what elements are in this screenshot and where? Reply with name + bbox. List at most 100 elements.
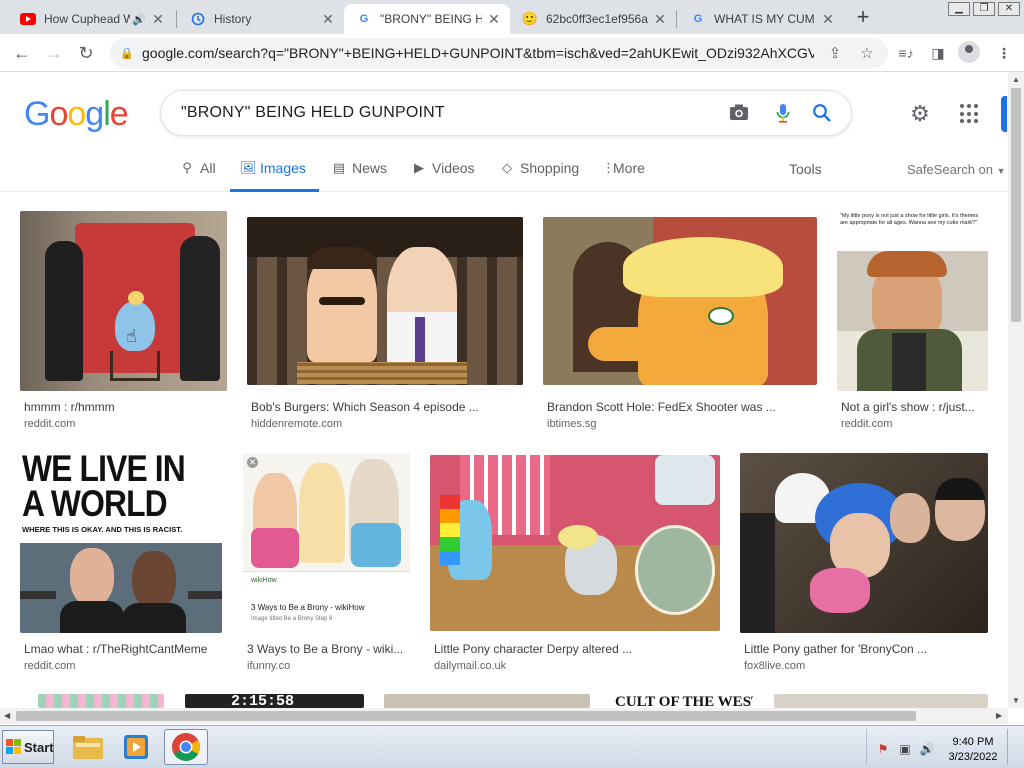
close-tab-icon[interactable]: ✕ [320,11,336,27]
network-icon[interactable]: ▣ [897,742,913,756]
apps-grid-icon[interactable] [960,104,980,124]
result-title[interactable]: Lmao what : r/TheRightCantMeme [24,642,207,656]
result-source[interactable]: ibtimes.sg [547,418,597,430]
restore-button[interactable]: ❐ [973,2,995,16]
result-image[interactable]: ✕ wikiHow 3 Ways to Be a Brony - wikiHow… [243,453,410,633]
result-title[interactable]: 3 Ways to Be a Brony - wiki... [247,642,403,656]
browser-tab[interactable]: How Cuphead W 🔊 ✕ [8,4,174,34]
result-image[interactable]: 2:15:58 [185,694,364,708]
logo-letter: G [24,95,50,133]
browser-tab[interactable]: G WHAT IS MY CUM IF ✕ [678,4,844,34]
gun-shape [188,591,222,599]
search-icon[interactable] [811,103,833,125]
search-tabs: ⚲ All 🖼 Images ▤ News ▶ Videos ◇ Shopping ⋮ Mo… [0,150,1007,192]
scroll-right-arrow-icon[interactable]: ▶ [996,711,1002,720]
profile-avatar[interactable] [958,41,980,63]
result-image[interactable] [384,694,590,708]
result-image[interactable] [740,453,988,633]
result-image[interactable]: ☝ [20,211,227,391]
volume-icon[interactable]: 🔊 [919,742,935,756]
inset-circle [635,525,715,615]
media-player-icon[interactable] [114,729,158,765]
tie [415,317,425,367]
minimize-button[interactable]: ▁ [948,2,970,16]
forward-button[interactable]: → [42,41,66,65]
browser-tab[interactable]: 🙂 62bc0ff3ec1ef956ad ✕ [510,4,676,34]
tab-videos[interactable]: ▶ Videos [412,160,475,192]
safesearch-label: SafeSearch on [907,162,994,177]
pony-shirt [251,528,299,568]
result-title[interactable]: Bob's Burgers: Which Season 4 episode ..… [251,400,479,414]
scroll-left-arrow-icon[interactable]: ◀ [4,711,10,720]
result-image[interactable] [430,455,720,631]
tab-all[interactable]: ⚲ All [180,160,215,192]
safesearch-toggle[interactable]: SafeSearch on ▼ [907,162,1006,177]
bookmark-star-icon[interactable]: ☆ [856,44,878,62]
close-tab-icon[interactable]: ✕ [150,11,166,27]
result-title[interactable]: hmmm : r/hmmm [24,400,115,414]
result-source[interactable]: dailymail.co.uk [434,660,506,672]
horizontal-scroll-thumb[interactable] [16,711,916,721]
reload-button[interactable]: ↻ [74,41,98,65]
shirt [122,603,186,633]
tab-images[interactable]: 🖼 Images [230,160,319,192]
chrome-taskbar-icon[interactable] [164,729,208,765]
result-image[interactable]: WE LIVE IN A WORLD WHERE THIS IS OKAY. A… [20,453,222,633]
result-image[interactable] [247,217,523,385]
url-text[interactable]: google.com/search?q="BRONY"+BEING+HELD+G… [142,45,814,61]
scroll-up-arrow-icon[interactable]: ▲ [1012,75,1020,84]
chair [110,351,160,381]
close-icon[interactable]: ✕ [247,457,258,468]
share-icon[interactable]: ⇪ [824,44,846,62]
tab-more[interactable]: ⋮ More [602,160,645,192]
scroll-down-arrow-icon[interactable]: ▼ [1012,696,1020,705]
file-explorer-icon[interactable] [66,729,110,765]
media-control-icon[interactable]: ≡♪ [896,43,916,63]
clock[interactable]: 9:40 PM 3/23/2022 [943,735,1003,765]
start-button[interactable]: Start [2,730,54,764]
logo-letter: e [109,95,129,133]
close-tab-icon[interactable]: ✕ [820,11,836,27]
microphone-icon[interactable] [772,103,794,125]
tools-button[interactable]: Tools [789,161,822,177]
result-source[interactable]: ifunny.co [247,660,290,672]
speaker-icon[interactable]: 🔊 [132,13,146,26]
search-box[interactable]: "BRONY" BEING HELD GUNPOINT [160,90,852,136]
close-tab-icon[interactable]: ✕ [486,11,502,27]
result-source[interactable]: reddit.com [24,418,75,430]
result-source[interactable]: reddit.com [841,418,892,430]
vertical-scroll-thumb[interactable] [1011,88,1021,322]
close-window-button[interactable]: ✕ [998,2,1020,16]
tab-news[interactable]: ▤ News [332,160,387,192]
search-input[interactable]: "BRONY" BEING HELD GUNPOINT [181,104,445,122]
rope [297,362,467,384]
google-logo[interactable]: Google [24,95,129,134]
action-center-flag-icon[interactable]: ⚑ [875,742,891,756]
new-tab-button[interactable]: + [851,6,875,30]
result-source[interactable]: fox8live.com [744,660,805,672]
address-bar[interactable]: 🔒 google.com/search?q="BRONY"+BEING+HELD… [110,38,888,68]
lock-icon[interactable]: 🔒 [120,47,134,60]
result-image[interactable]: CULT OF THE WEST [611,694,753,708]
result-image[interactable] [543,217,817,385]
result-title[interactable]: Brandon Scott Hole: FedEx Shooter was ..… [547,400,776,414]
result-source[interactable]: hiddenremote.com [251,418,342,430]
result-source[interactable]: reddit.com [24,660,75,672]
side-panel-icon[interactable]: ◨ [928,43,948,63]
camera-icon[interactable] [728,103,750,125]
close-tab-icon[interactable]: ✕ [652,11,668,27]
chrome-menu-icon[interactable]: ⋮ [994,43,1014,63]
result-title[interactable]: Little Pony gather for 'BronyCon ... [744,642,927,656]
result-image[interactable] [38,694,164,708]
browser-tab[interactable]: History ✕ [178,4,344,34]
browser-tab-active[interactable]: G "BRONY" BEING HEL ✕ [344,4,510,34]
back-button[interactable]: ← [10,41,34,65]
settings-gear-icon[interactable]: ⚙ [908,102,932,126]
result-image[interactable] [774,694,988,708]
show-desktop-button[interactable] [1007,729,1019,765]
sign-in-button[interactable] [1001,96,1007,132]
tab-shopping[interactable]: ◇ Shopping [500,160,579,192]
result-image[interactable]: "My little pony is not just a show for l… [837,211,988,391]
result-title[interactable]: Little Pony character Derpy altered ... [434,642,632,656]
result-title[interactable]: Not a girl's show : r/just... [841,400,975,414]
